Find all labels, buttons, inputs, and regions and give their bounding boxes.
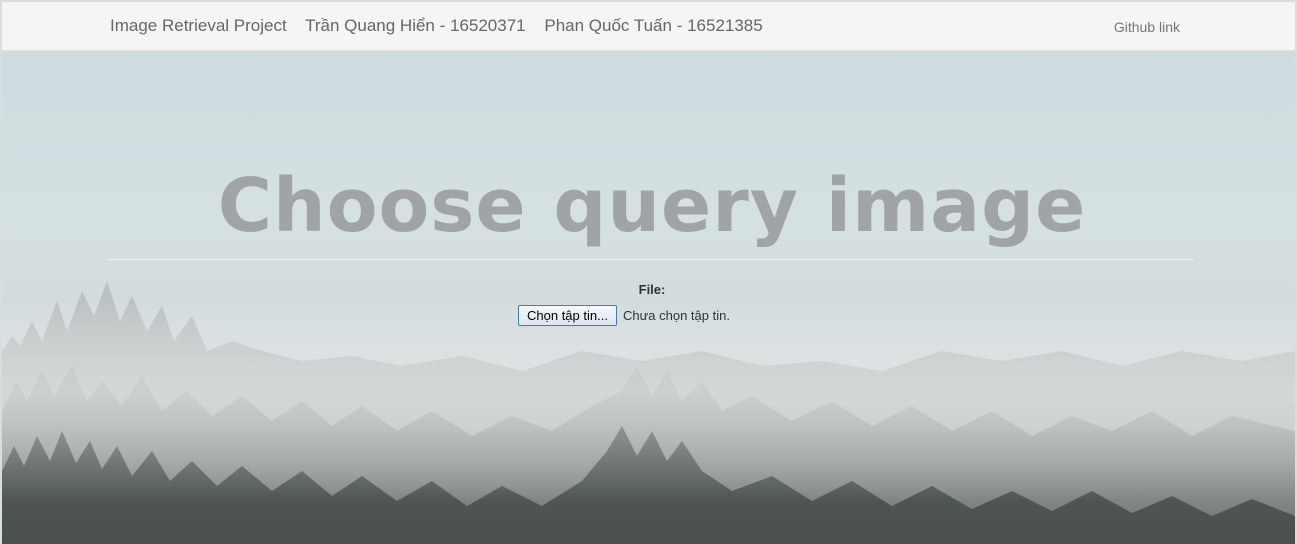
file-status-text: Chưa chọn tập tin.	[622, 307, 730, 323]
choose-file-button[interactable]: Chọn tập tin...	[518, 304, 617, 326]
file-input[interactable]: Chọn tập tin... Chưa chọn tập tin.	[518, 304, 730, 326]
project-name: Image Retrieval Project	[110, 16, 287, 35]
navbar-brand[interactable]: Image Retrieval Project Trần Quang Hiển …	[110, 16, 777, 36]
file-label: File:	[638, 282, 666, 297]
github-link[interactable]: Github link	[1114, 19, 1180, 35]
author-1: Trần Quang Hiển - 16520371	[305, 16, 526, 35]
page-title: Choose query image	[217, 163, 1087, 249]
author-2: Phan Quốc Tuấn - 16521385	[544, 16, 763, 35]
title-divider	[108, 259, 1194, 260]
top-navbar: Image Retrieval Project Trần Quang Hiển …	[2, 2, 1295, 51]
hero-section: Choose query image File: Chọn tập tin...…	[2, 51, 1295, 544]
foggy-forest-background	[2, 281, 1295, 544]
